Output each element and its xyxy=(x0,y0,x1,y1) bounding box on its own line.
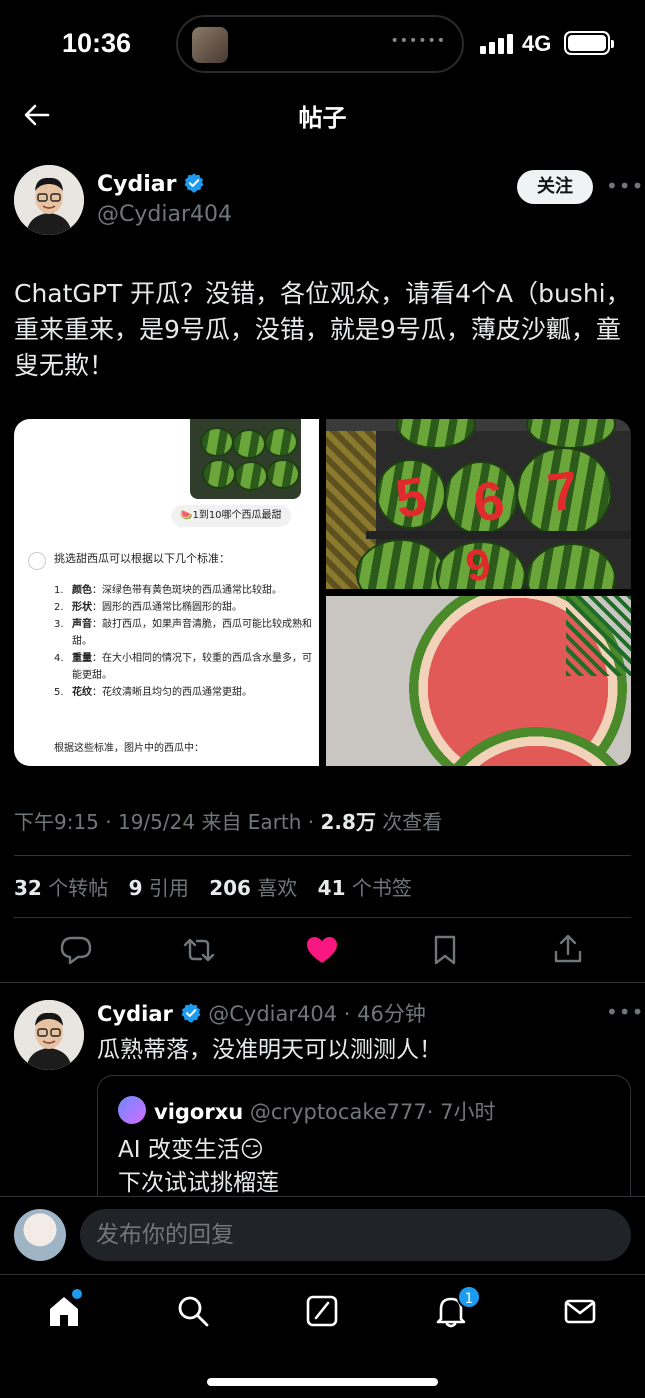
reply-composer: 发布你的回复 xyxy=(0,1196,645,1274)
repost-count[interactable]: 32 个转帖 xyxy=(14,876,108,900)
author-name[interactable]: Cydiar xyxy=(97,172,176,197)
quoted-time: · 7小时 xyxy=(426,1100,496,1124)
reply-input[interactable]: 发布你的回复 xyxy=(80,1209,631,1261)
chat-user-message: 🍉1到10哪个西瓜最甜 xyxy=(171,505,291,527)
divider xyxy=(14,917,631,918)
watermelon-slice-photo[interactable] xyxy=(326,596,631,766)
more-options-icon[interactable]: ••• xyxy=(606,1000,644,1024)
quoted-author-avatar xyxy=(118,1096,146,1124)
network-type: 4G xyxy=(522,31,552,56)
reply-time: · 46分钟 xyxy=(343,1002,426,1026)
notifications-badge: 1 xyxy=(457,1285,481,1309)
home-new-dot xyxy=(72,1289,82,1299)
post-actions xyxy=(0,932,645,972)
watermelon-numbered-photo[interactable]: 5 6 7 9 xyxy=(326,419,631,589)
list-item: 5. 花纹：花纹清晰且均匀的西瓜通常更甜。 xyxy=(54,687,252,698)
home-indicator[interactable] xyxy=(207,1378,438,1386)
status-bar: 10:36 •••••• 4G xyxy=(0,0,645,88)
like-heart-icon[interactable] xyxy=(304,932,340,968)
divider xyxy=(0,982,645,983)
quoted-author-handle: @cryptocake777 xyxy=(249,1100,427,1124)
author-handle[interactable]: @Cydiar404 xyxy=(97,202,232,227)
list-item: 3. 声音：敲打西瓜，如果声音清脆，西瓜可能比较成熟和甜。 xyxy=(54,619,312,647)
list-item: 2. 形状：圆形的西瓜通常比椭圆形的甜。 xyxy=(54,602,242,613)
reply-author-avatar[interactable] xyxy=(14,1000,84,1070)
compose-icon[interactable] xyxy=(304,1293,340,1329)
chat-conclusion: 根据这些标准，图片中的西瓜中： xyxy=(54,743,204,754)
dynamic-island[interactable]: •••••• xyxy=(176,15,464,73)
top-bar: 帖子 xyxy=(0,88,645,146)
chat-image-thumbnail xyxy=(190,419,301,499)
chatgpt-logo-icon xyxy=(28,552,46,570)
chat-criteria-list: 1. 颜色：深绿色带有黄色斑块的西瓜通常比较甜。 2. 形状：圆形的西瓜通常比椭圆形… xyxy=(54,582,312,701)
share-icon[interactable] xyxy=(550,932,586,968)
post-meta: 下午9:15 · 19/5/24 来自 Earth · 2.8万 次查看 xyxy=(14,806,442,835)
view-count: 2.8万 xyxy=(320,810,376,834)
list-item: 1. 颜色：深绿色带有黄色斑块的西瓜通常比较甜。 xyxy=(54,585,282,596)
verified-badge-icon xyxy=(181,1003,200,1023)
follow-button[interactable]: 关注 xyxy=(517,170,593,204)
post-media-grid[interactable]: 🍉1到10哪个西瓜最甜 挑选甜西瓜可以根据以下几个标准： 1. 颜色：深绿色带有黄… xyxy=(14,419,631,766)
quoted-text: AI 改变生活😏 下次试试挑榴莲 xyxy=(118,1137,279,1196)
status-time: 10:36 xyxy=(62,28,132,58)
reply-icon[interactable] xyxy=(58,932,94,968)
messages-mail-icon[interactable] xyxy=(562,1293,598,1329)
view-label: 次查看 xyxy=(375,810,443,834)
list-item: 4. 重量：在大小相同的情况下，较重的西瓜含水量多，可能更甜。 xyxy=(54,653,312,681)
post-text: ChatGPT 开瓜？没错，各位观众，请看4个A（bushi，重来重来，是9号瓜… xyxy=(14,279,631,380)
author-avatar[interactable] xyxy=(14,165,84,235)
quoted-header: vigorxu @cryptocake777· 7小时 xyxy=(154,1096,495,1126)
quoted-post[interactable]: vigorxu @cryptocake777· 7小时 AI 改变生活😏 下次试… xyxy=(97,1075,631,1215)
more-options-icon[interactable]: ••• xyxy=(606,174,644,198)
now-playing-thumbnail xyxy=(192,27,228,63)
search-icon[interactable] xyxy=(175,1293,211,1329)
like-count[interactable]: 206 喜欢 xyxy=(209,876,297,900)
quoted-author-name: vigorxu xyxy=(154,1100,244,1124)
reply-header: Cydiar @Cydiar404 · 46分钟 xyxy=(97,998,426,1028)
post-timestamp: 下午9:15 · 19/5/24 来自 Earth · xyxy=(14,810,321,834)
verified-badge-icon xyxy=(185,173,204,193)
chat-intro: 挑选甜西瓜可以根据以下几个标准： xyxy=(54,552,230,565)
reply-author-handle[interactable]: @Cydiar404 xyxy=(208,1002,337,1026)
repost-icon[interactable] xyxy=(181,932,217,968)
divider xyxy=(14,855,631,856)
reply-author-name[interactable]: Cydiar xyxy=(97,1002,173,1026)
battery-icon xyxy=(564,31,614,55)
bookmark-icon[interactable] xyxy=(427,932,463,968)
reply-text: 瓜熟蒂落，没准明天可以测测人！ xyxy=(97,1037,442,1063)
chatgpt-screenshot[interactable]: 🍉1到10哪个西瓜最甜 挑选甜西瓜可以根据以下几个标准： 1. 颜色：深绿色带有黄… xyxy=(14,419,319,766)
author-name-row: Cydiar xyxy=(97,172,205,197)
post-stats: 32 个转帖 9 引用 206 喜欢 41 个书签 xyxy=(14,872,412,901)
bookmark-count[interactable]: 41 个书签 xyxy=(318,876,412,900)
signal-icon xyxy=(480,34,514,54)
page-title: 帖子 xyxy=(298,104,347,132)
current-user-avatar[interactable] xyxy=(14,1209,66,1261)
quote-count[interactable]: 9 引用 xyxy=(129,876,189,900)
audio-waveform-icon: •••••• xyxy=(390,33,446,49)
